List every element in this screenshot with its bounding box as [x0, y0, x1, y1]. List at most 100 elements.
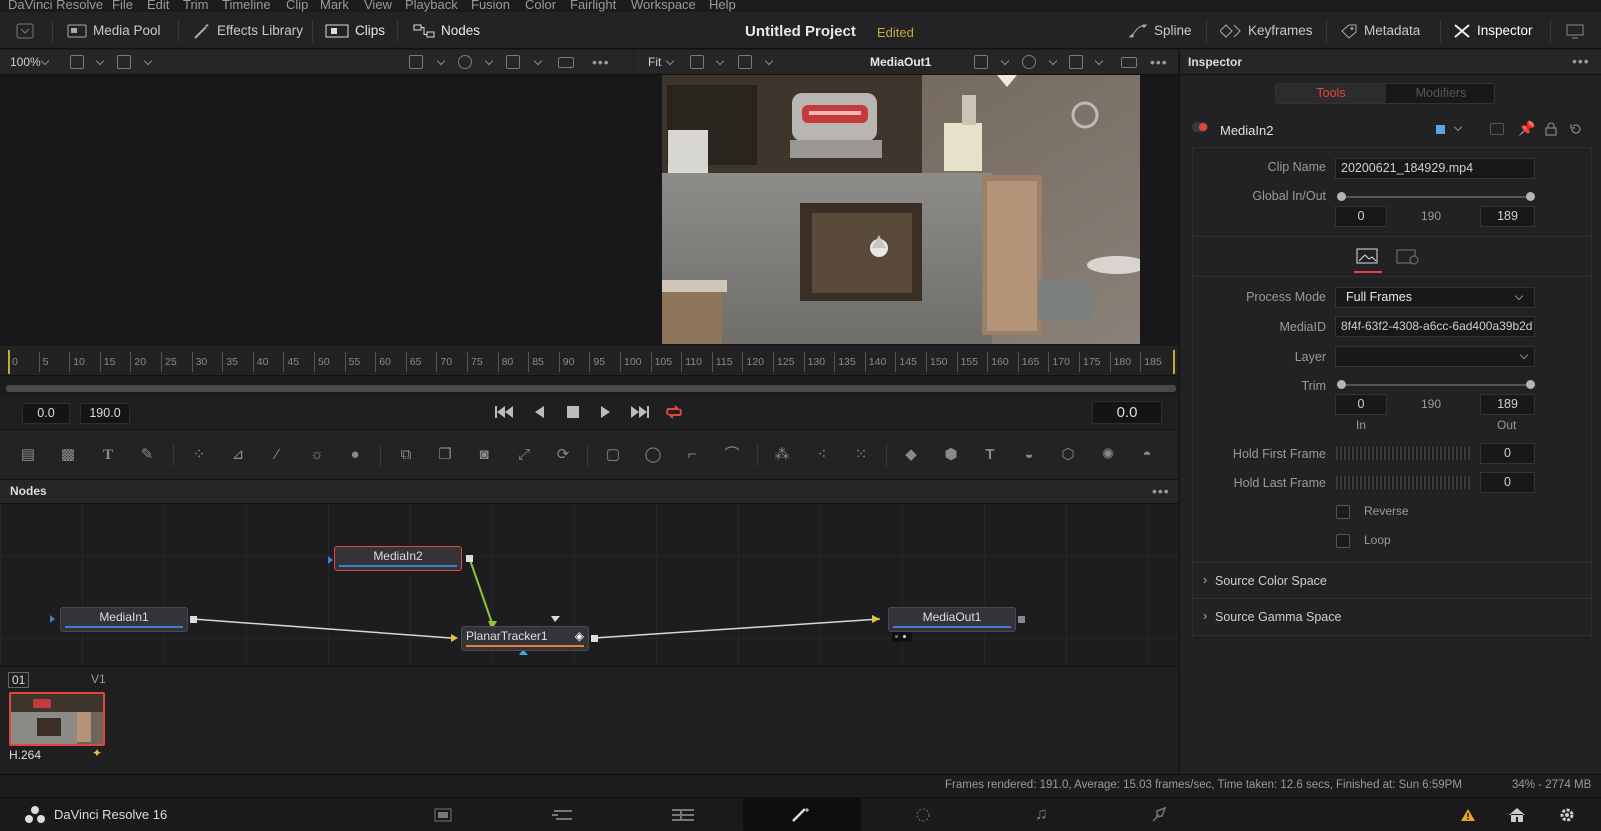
fusion-page-tab[interactable] [743, 798, 861, 831]
gamma-tool-icon[interactable]: ∕ [267, 445, 287, 465]
trim-slider[interactable] [1337, 380, 1535, 389]
lock-icon[interactable] [1545, 122, 1557, 136]
node-planartracker1[interactable]: PlanarTracker1 ◈ [461, 626, 589, 651]
light-3d-icon[interactable]: ✺ [1098, 445, 1118, 465]
tracker-output-pin[interactable] [591, 635, 598, 642]
clip-thumbnail[interactable] [9, 692, 105, 746]
clip-name-field[interactable]: 20200621_184929.mp4 [1335, 158, 1535, 179]
trim-in-knob[interactable] [1337, 380, 1346, 389]
cut-page-icon[interactable] [550, 808, 574, 822]
safe-area-icon[interactable] [558, 57, 574, 68]
tool-enable-toggle[interactable] [1192, 122, 1208, 132]
bspline-mask-icon[interactable]: ⌒ [722, 445, 742, 465]
grid-icon[interactable] [506, 55, 520, 69]
node-mediain2[interactable]: MediaIn2 [334, 546, 462, 571]
right-roi-icon[interactable] [974, 55, 988, 69]
particle-render-icon[interactable]: ⁖ [812, 445, 832, 465]
particle-emitter-icon[interactable]: ⁂ [772, 445, 792, 465]
loop-checkbox[interactable] [1336, 534, 1350, 548]
polygon-mask-icon[interactable]: ⌐ [682, 445, 702, 465]
version-icon[interactable] [1490, 123, 1504, 135]
reverse-checkbox[interactable] [1336, 505, 1350, 519]
text-tool-icon[interactable]: T [98, 445, 118, 465]
trim-in-field[interactable]: 0 [1335, 394, 1387, 415]
menu-workspace[interactable]: Workspace [631, 0, 696, 12]
layer-tool-icon[interactable]: ❐ [435, 445, 455, 465]
right-viewer-more-icon[interactable]: ••• [1150, 54, 1168, 70]
trim-out-field[interactable]: 189 [1480, 394, 1535, 415]
time-ruler[interactable]: 0 5 10 15 20 25 30 35 40 45 50 55 60 65 70 75 80 85 90 95 10… [0, 346, 1178, 376]
current-time-field[interactable]: 0.0 [1092, 401, 1162, 424]
channel-chevron-icon[interactable] [484, 56, 494, 66]
particle-style-icon[interactable]: ⁙ [851, 445, 871, 465]
loop-icon[interactable] [664, 403, 684, 421]
mediain1-output-pin[interactable] [190, 616, 197, 623]
image-plane-3d-icon[interactable]: ◆ [901, 445, 921, 465]
media-page-icon[interactable] [434, 808, 452, 822]
rectangle-mask-icon[interactable]: ▢ [603, 445, 623, 465]
warning-icon[interactable] [1460, 808, 1476, 822]
global-in-knob[interactable] [1337, 192, 1346, 201]
merge-3d-icon[interactable]: ⬡ [1058, 445, 1078, 465]
hold-last-field[interactable]: 0 [1480, 472, 1535, 493]
zoom-chevron-icon[interactable] [40, 56, 50, 66]
hold-first-field[interactable]: 0 [1480, 443, 1535, 464]
color-drop-icon[interactable]: ● [345, 445, 365, 465]
right-grid-icon[interactable] [1069, 55, 1083, 69]
metadata-button[interactable]: Metadata [1340, 12, 1420, 49]
color-page-icon[interactable] [914, 807, 932, 823]
node-mediain1[interactable]: MediaIn1 [60, 607, 188, 632]
layout-icon[interactable] [70, 55, 84, 69]
tab-tools[interactable]: Tools [1276, 84, 1386, 103]
resize-tool-icon[interactable]: ⤢ [514, 445, 534, 465]
inspector-more-icon[interactable]: ••• [1572, 53, 1590, 69]
paint-bg-tool-icon[interactable]: ▩ [58, 445, 78, 465]
global-inout-slider[interactable] [1337, 192, 1535, 201]
deliver-page-icon[interactable] [1151, 807, 1169, 823]
right-roi-chevron-icon[interactable] [1000, 56, 1010, 66]
renderer-3d-icon[interactable]: ◓ [1137, 445, 1157, 465]
nodes-button[interactable]: Nodes [413, 12, 480, 49]
mediaout1-output-pin[interactable] [1018, 616, 1025, 623]
media-pool-button[interactable]: Media Pool [67, 12, 161, 49]
tab-modifiers[interactable]: Modifiers [1386, 84, 1496, 103]
roi-icon[interactable] [409, 55, 423, 69]
layer-dropdown[interactable] [1335, 346, 1535, 367]
transform-tool-icon[interactable]: ⟳ [553, 445, 573, 465]
settings-gear-icon[interactable] [1558, 806, 1576, 824]
shape-3d-icon[interactable]: ⬢ [941, 445, 961, 465]
stop-icon[interactable] [566, 405, 580, 419]
home-icon[interactable] [1508, 807, 1526, 823]
global-out-knob[interactable] [1526, 192, 1535, 201]
menu-color[interactable]: Color [525, 0, 556, 12]
process-mode-dropdown[interactable]: Full Frames [1335, 287, 1535, 308]
edit-page-icon[interactable] [671, 808, 695, 822]
ellipse-mask-icon[interactable]: ◯ [643, 445, 663, 465]
menu-app[interactable]: DaVinci Resolve [8, 0, 103, 12]
menu-edit[interactable]: Edit [147, 0, 169, 12]
left-viewer-more-icon[interactable]: ••• [592, 54, 610, 70]
menu-file[interactable]: File [112, 0, 133, 12]
left-viewer[interactable] [0, 75, 633, 346]
particles-tool-icon[interactable]: ⁘ [189, 445, 209, 465]
source-color-space-section[interactable]: › Source Color Space [1192, 562, 1592, 599]
global-out-field[interactable]: 189 [1480, 206, 1535, 227]
nodes-more-icon[interactable]: ••• [1152, 483, 1170, 499]
layout-chevron-icon[interactable] [95, 56, 105, 66]
go-to-end-icon[interactable] [630, 404, 650, 420]
tool-color-chevron-icon[interactable] [1453, 122, 1463, 132]
menu-timeline[interactable]: Timeline [222, 0, 271, 12]
settings-tab-icon[interactable] [1396, 248, 1420, 266]
right-layout-icon[interactable] [690, 55, 704, 69]
text-3d-icon[interactable]: T [980, 445, 1000, 465]
right-channel-chevron-icon[interactable] [1048, 56, 1058, 66]
roi-chevron-icon[interactable] [436, 56, 446, 66]
toolbar-toggle-button[interactable] [16, 12, 34, 49]
paint-brush-icon[interactable]: ✎ [137, 445, 157, 465]
image-tab-icon[interactable] [1356, 247, 1378, 265]
mediaid-field[interactable]: 8f4f-63f2-4308-a6cc-6ad400a39b2d [1335, 316, 1535, 337]
right-safe-area-icon[interactable] [1121, 57, 1137, 68]
fullscreen-toggle-button[interactable] [1566, 12, 1584, 49]
menu-mark[interactable]: Mark [320, 0, 349, 12]
render-out-field[interactable]: 190.0 [80, 403, 130, 424]
